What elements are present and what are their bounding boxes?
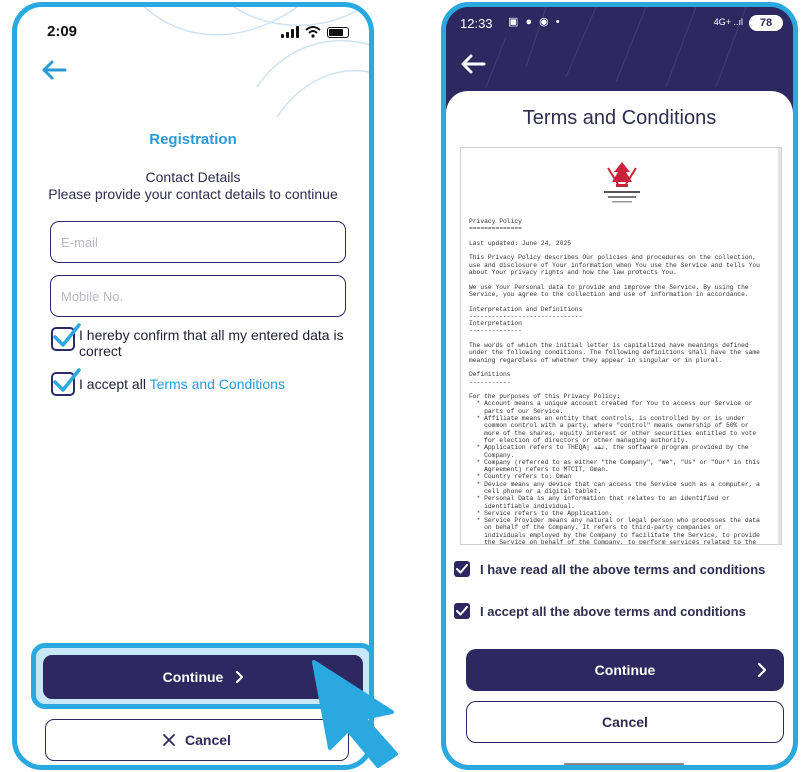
decorative-swirl [143, 7, 369, 118]
pointer-arrow-icon [312, 660, 398, 768]
status-time: 12:33 [460, 16, 493, 31]
status-time: 2:09 [47, 23, 78, 40]
section-title: Contact Details [145, 169, 241, 185]
accept-terms-checkbox-row[interactable]: I accept all Terms and Conditions [51, 368, 351, 396]
section-subtitle: Please provide your contact details to c… [48, 186, 338, 202]
notification-icons: ▣ ● ◉ • [508, 16, 562, 28]
accept-terms-label: I accept all Terms and Conditions [79, 376, 285, 392]
accept-terms-checkbox[interactable] [51, 368, 81, 396]
accept-terms-checkbox-row[interactable]: I accept all the above terms and conditi… [454, 603, 746, 619]
continue-button[interactable]: Continue [466, 649, 784, 691]
chevron-right-icon [236, 671, 244, 683]
continue-label: Continue [594, 662, 656, 678]
cancel-label: Cancel [185, 732, 231, 748]
status-icons [281, 26, 349, 38]
confirm-data-checkbox[interactable] [51, 323, 81, 351]
read-terms-checkbox[interactable] [454, 561, 470, 577]
mobile-number-field[interactable] [51, 276, 345, 316]
mobile-field-container [50, 275, 346, 317]
back-arrow-icon[interactable] [460, 53, 486, 75]
accept-terms-checkbox[interactable] [454, 603, 470, 619]
cancel-button[interactable]: Cancel [466, 701, 784, 743]
terms-sheet: Terms and Conditions Privacy Policy ====… [446, 91, 793, 765]
back-arrow-icon[interactable] [41, 59, 67, 81]
checkmark-icon [53, 368, 81, 392]
read-terms-label: I have read all the above terms and cond… [480, 561, 766, 577]
terms-phone-screen: 12:33 ▣ ● ◉ • 4G+ ..ıl 78 Terms and Cond… [441, 2, 798, 770]
confirm-data-label: I hereby confirm that all my entered dat… [79, 327, 344, 359]
confirm-data-checkbox-row[interactable]: I hereby confirm that all my entered dat… [51, 323, 351, 359]
page-title: Terms and Conditions [522, 107, 717, 129]
email-field-container [50, 221, 346, 263]
terms-link[interactable]: Terms and Conditions [150, 376, 285, 392]
email-field[interactable] [51, 222, 345, 262]
close-icon [163, 734, 175, 746]
ministry-logo [604, 162, 640, 203]
page-title: Registration [149, 131, 237, 148]
terms-document-viewer[interactable]: Privacy Policy ============== Last updat… [460, 147, 782, 545]
continue-label: Continue [162, 669, 224, 685]
network-label: 4G+ [713, 17, 731, 27]
accept-terms-label: I accept all the above terms and conditi… [480, 603, 746, 619]
wifi-icon [305, 26, 321, 38]
terms-document-text: Privacy Policy ============== Last updat… [469, 218, 760, 545]
document-scrollbar[interactable] [778, 148, 781, 544]
cellular-signal-icon [281, 26, 299, 38]
cancel-label: Cancel [602, 714, 648, 730]
checkmark-icon [456, 606, 468, 616]
read-terms-checkbox-row[interactable]: I have read all the above terms and cond… [454, 561, 765, 577]
battery-icon [327, 26, 349, 38]
accept-terms-prefix: I accept all [79, 376, 150, 392]
home-indicator [564, 763, 684, 765]
chevron-right-icon [757, 662, 767, 678]
battery-icon: 78 [749, 15, 783, 31]
checkmark-icon [53, 323, 81, 347]
home-indicator [147, 765, 267, 769]
checkmark-icon [456, 564, 468, 574]
network-indicator: 4G+ ..ıl [713, 17, 743, 27]
